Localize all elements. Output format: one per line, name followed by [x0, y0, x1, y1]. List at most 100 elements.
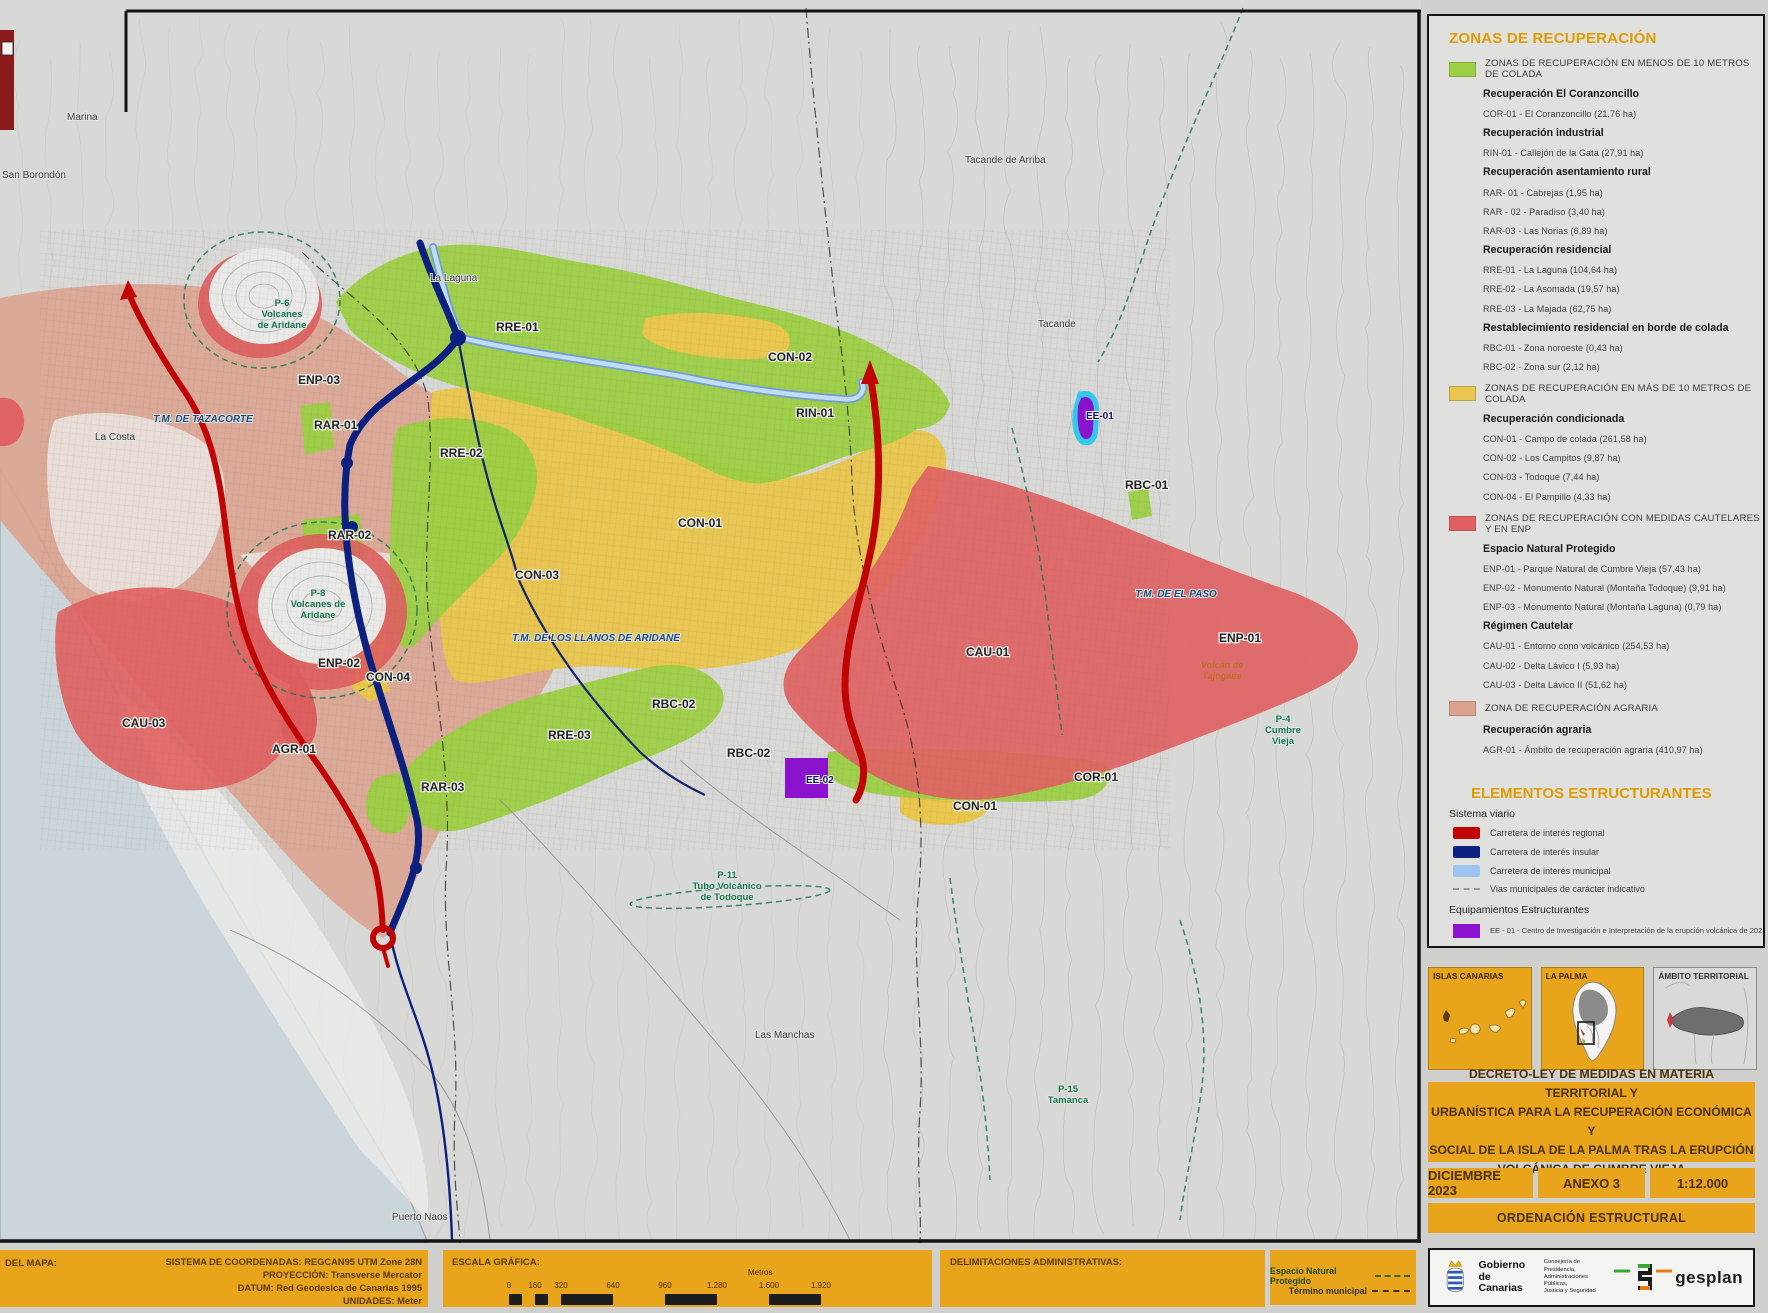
zone-label-enp-03: ENP-03	[298, 373, 340, 387]
scale-bar: 01603206409601.2801.6001.920	[509, 1294, 821, 1305]
legend-category-swatch	[1449, 516, 1476, 531]
legend-item: RRE-01 - La Laguna (104,64 ha)	[1483, 265, 1763, 275]
logos-box: Gobierno de Canarias Consejería de Presi…	[1428, 1248, 1755, 1307]
legend-road-label: Carretera de interés regional	[1490, 828, 1605, 838]
delim-legend-label: Espacio Natural Protegido	[1270, 1266, 1370, 1286]
legend-road-label: Carretera de interés municipal	[1490, 866, 1611, 876]
legend-panel: ZONAS DE RECUPERACIÓN ZONAS DE RECUPERAC…	[1427, 14, 1765, 948]
parcel-texture	[40, 230, 1170, 850]
zone-label-rre-02: RRE-02	[440, 446, 483, 460]
place-label: La Costa	[95, 432, 135, 443]
sheet-subtitle: ORDENACIÓN ESTRUCTURAL	[1428, 1203, 1755, 1233]
scale-block	[509, 1294, 522, 1305]
legend-road-swatch	[1453, 865, 1480, 877]
zone-label-con-01: CON-01	[678, 516, 722, 530]
scale-tick: 640	[606, 1281, 619, 1290]
legend-road-label: Carretera de interés insular	[1490, 847, 1599, 857]
legend-category-label: ZONA DE RECUPERACIÓN AGRARIA	[1485, 703, 1658, 714]
legend-category-label: ZONAS DE RECUPERACIÓN EN MÁS DE 10 METRO…	[1485, 383, 1763, 405]
legend-category-swatch	[1449, 386, 1476, 401]
legend-category-swatch	[1449, 62, 1476, 77]
legend-item: CON-03 - Todoque (7,44 ha)	[1483, 472, 1763, 482]
volcano-label: Volcán deTajogaite	[1201, 660, 1243, 681]
zone-label-con-02: CON-02	[768, 350, 812, 364]
legend-road-row: Carretera de interés regional	[1453, 827, 1763, 839]
tm-label: T.M. DE LOS LLANOS DE ARIDANE	[512, 633, 680, 644]
delim-legend-row: Término municipal	[1289, 1286, 1410, 1296]
sheet-date: DICIEMBRE 2023	[1428, 1168, 1533, 1198]
zone-label-cau-01: CAU-01	[966, 645, 1010, 659]
zone-label-con-04: CON-04	[366, 670, 410, 684]
legend-category: ZONAS DE RECUPERACIÓN EN MENOS DE 10 MET…	[1449, 58, 1763, 80]
legend-subhead: Espacio Natural Protegido	[1483, 543, 1763, 555]
zone-label-con-03: CON-03	[515, 568, 559, 582]
gobierno-dept: Consejería de Presidencia, Administracio…	[1544, 1259, 1606, 1295]
legend-equip-row: EE - 02 - Centro de Nuestra Señora de lo…	[1453, 946, 1763, 948]
map-sheet: RRE-01CON-02RIN-01ENP-03RAR-01RRE-02RAR-…	[0, 0, 1768, 1313]
place-label: Puerto Naos	[392, 1212, 448, 1223]
inset-palma-label: LA PALMA	[1546, 971, 1588, 981]
scale-tick: 320	[554, 1281, 567, 1290]
legend-item: CAU-02 - Delta Lávico I (5,93 ha)	[1483, 661, 1763, 671]
legend-item: CON-02 - Los Campitos (9,87 ha)	[1483, 453, 1763, 463]
ambito-territorial-graphic	[1654, 968, 1758, 1069]
legend-category-label: ZONAS DE RECUPERACIÓN CON MEDIDAS CAUTEL…	[1485, 513, 1763, 535]
legend-category: ZONA DE RECUPERACIÓN AGRARIA	[1449, 701, 1763, 716]
place-label: Tacande	[1038, 319, 1076, 330]
zone-label-con-01: CON-01	[953, 799, 997, 813]
scale-units-label: Metros	[748, 1268, 772, 1277]
gobierno-canarias-logo	[1440, 1257, 1470, 1299]
scale-tick: 960	[658, 1281, 671, 1290]
legend-subhead: Régimen Cautelar	[1483, 620, 1763, 632]
scale-tick: 160	[528, 1281, 541, 1290]
dash-dot-symbol	[1372, 1290, 1410, 1292]
legend-item: RBC-01 - Zona noroeste (0,43 ha)	[1483, 343, 1763, 353]
legend-equip-list: EE - 01 - Centro de Investigación e Inte…	[1449, 924, 1763, 948]
zone-label-ee-02: EE-02	[806, 775, 834, 786]
legend-item: RRE-02 - La Asomada (19,57 ha)	[1483, 284, 1763, 294]
zone-label-rbc-01: RBC-01	[1125, 478, 1169, 492]
legend-title: ZONAS DE RECUPERACIÓN	[1449, 30, 1763, 47]
gesplan-word: gesplan	[1675, 1268, 1743, 1288]
place-label: Marina	[67, 112, 98, 123]
legend-subhead: Recuperación residencial	[1483, 244, 1763, 256]
zone-label-rbc-02: RBC-02	[652, 697, 696, 711]
tm-label: T.M. DE EL PASO	[1135, 589, 1217, 600]
legend-road-swatch	[1453, 827, 1480, 839]
legend-subhead: Recuperación El Coranzoncillo	[1483, 88, 1763, 100]
legend-viario-label: Sistema viario	[1449, 808, 1763, 820]
legend-zone-list: ZONAS DE RECUPERACIÓN EN MENOS DE 10 MET…	[1449, 58, 1763, 755]
legend-road-swatch	[1453, 846, 1480, 858]
legend-subhead: Recuperación agraria	[1483, 724, 1763, 736]
zone-label-rar-02: RAR-02	[328, 528, 372, 542]
scale-tick: 1.600	[759, 1281, 779, 1290]
inset-ambito-label: ÁMBITO TERRITORIAL	[1658, 971, 1749, 981]
legend-equip-label: EE - 01 - Centro de Investigación e Inte…	[1490, 926, 1765, 935]
legend-item: CAU-03 - Delta Lávico II (51,62 ha)	[1483, 680, 1763, 690]
legend-item: COR-01 - El Coranzoncillo (21,76 ha)	[1483, 109, 1763, 119]
zone-label-enp-01: ENP-01	[1219, 631, 1261, 645]
legend-item: ENP-02 - Monumento Natural (Montaña Todo…	[1483, 583, 1763, 593]
legend-equip-swatch	[1453, 924, 1480, 938]
legend-road-row: Carretera de interés insular	[1453, 846, 1763, 858]
legend-subhead: Restablecimiento residencial en borde de…	[1483, 322, 1763, 334]
place-label: Tacande de Arriba	[965, 155, 1046, 166]
zone-label-cau-03: CAU-03	[122, 716, 166, 730]
place-label: San Borondón	[2, 170, 66, 181]
zone-label-rar-03: RAR-03	[421, 780, 465, 794]
tm-label: T.M. DE TAZACORTE	[153, 414, 253, 425]
legend-category-label: ZONAS DE RECUPERACIÓN EN MENOS DE 10 MET…	[1485, 58, 1763, 80]
legend-subhead: Recuperación industrial	[1483, 127, 1763, 139]
inset-islas-canarias: ISLAS CANARIAS	[1428, 967, 1532, 1070]
green-dash-symbol	[1375, 1275, 1410, 1277]
zone-label-cor-01: COR-01	[1074, 770, 1118, 784]
legend-item: CON-04 - El Pampillo (4,33 ha)	[1483, 492, 1763, 502]
legend-road-swatch	[1453, 888, 1480, 890]
map-svg: RRE-01CON-02RIN-01ENP-03RAR-01RRE-02RAR-…	[0, 0, 1421, 1243]
gobierno-name: Gobierno de Canarias	[1478, 1260, 1531, 1295]
legend-category-swatch	[1449, 701, 1476, 716]
footer-coords: SISTEMA DE COORDENADAS: REGCAN95 UTM Zon…	[166, 1256, 422, 1308]
legend-item: CON-01 - Campo de colada (261,58 ha)	[1483, 434, 1763, 444]
legend-item: RBC-02 - Zona sur (2,12 ha)	[1483, 362, 1763, 372]
legend-category: ZONAS DE RECUPERACIÓN EN MÁS DE 10 METRO…	[1449, 383, 1763, 405]
